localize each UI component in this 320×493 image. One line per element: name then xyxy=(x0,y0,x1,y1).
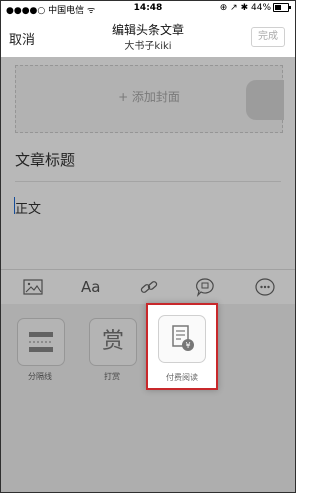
font-label: Aa xyxy=(81,278,101,296)
paid-reading-icon: ¥ xyxy=(172,325,194,351)
font-icon[interactable]: Aa xyxy=(81,277,105,297)
battery-icon xyxy=(273,3,291,12)
divider-icon xyxy=(29,332,53,352)
divider-tool-label: 分隔线 xyxy=(28,372,52,381)
reward-icon: 赏 xyxy=(101,329,124,354)
link-icon[interactable] xyxy=(137,277,161,297)
status-right: ⊕ ↗ ✱ 44% xyxy=(219,3,291,13)
reward-tool-label: 打赏 xyxy=(104,372,120,381)
reward-tool-button[interactable]: 赏 xyxy=(89,318,137,366)
paid-reading-tool-button[interactable]: ¥ xyxy=(158,315,206,363)
nav-bar: 取消 编辑头条文章 大书子kiki 完成 xyxy=(1,17,295,57)
screen: ●●●●○ 中国电信 ᯤ 14:48 ⊕ ↗ ✱ 44% 取消 编辑头条文章 大… xyxy=(0,0,296,493)
done-button[interactable]: 完成 xyxy=(251,27,285,47)
status-indicators: ⊕ ↗ ✱ 44% xyxy=(219,3,271,13)
voice-bubble-icon[interactable] xyxy=(193,277,217,297)
divider-tool-button[interactable] xyxy=(17,318,65,366)
add-cover-label: + 添加封面 xyxy=(118,90,180,104)
paid-reading-tool-label: 付费阅读 xyxy=(166,373,198,382)
highlighted-paid-reading: ¥ 付费阅读 xyxy=(146,303,218,390)
add-cover-area[interactable]: + 添加封面 xyxy=(15,65,284,133)
status-bar: ●●●●○ 中国电信 ᯤ 14:48 ⊕ ↗ ✱ 44% xyxy=(1,1,295,17)
svg-text:¥: ¥ xyxy=(185,341,190,350)
article-title-field[interactable]: 文章标题 xyxy=(15,149,75,170)
cover-thumbnail xyxy=(246,80,284,120)
editor-toolbar: Aa xyxy=(1,269,295,305)
divider xyxy=(15,181,281,182)
image-icon[interactable] xyxy=(21,277,45,297)
article-body-field[interactable]: 正文 xyxy=(15,198,41,217)
emoji-bubble-icon[interactable] xyxy=(253,277,277,297)
